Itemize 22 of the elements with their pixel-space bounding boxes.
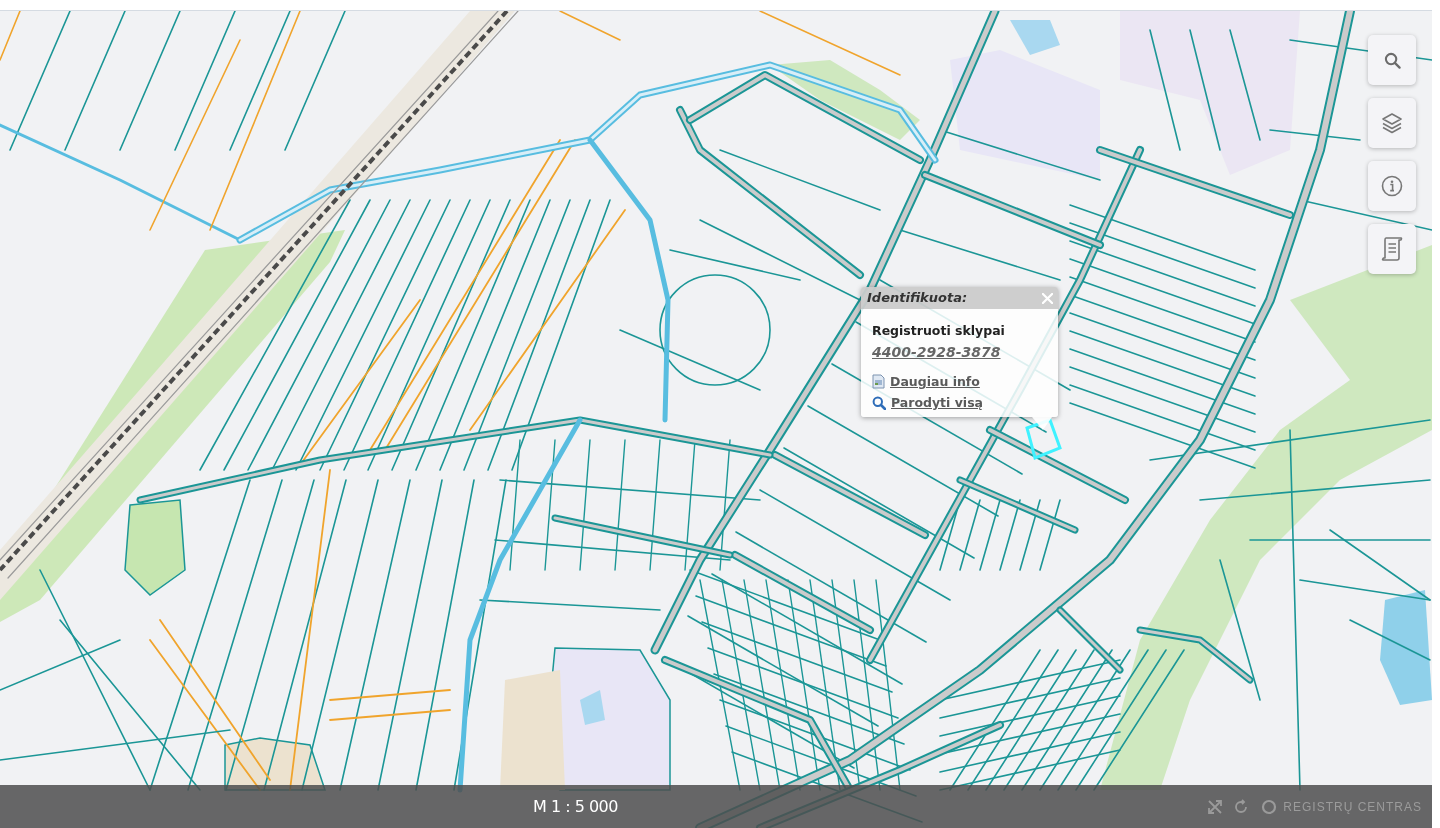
rotate-icon[interactable] — [1233, 798, 1250, 815]
search-icon — [1383, 51, 1401, 69]
layers-button[interactable] — [1368, 98, 1416, 148]
search-button[interactable] — [1368, 35, 1416, 85]
logo-ring-icon — [1261, 798, 1278, 815]
info-icon — [1381, 175, 1403, 197]
show-all-link[interactable]: Parodyti visą — [891, 392, 984, 413]
parcel-highlight — [1025, 418, 1062, 461]
close-icon — [1041, 292, 1053, 304]
expand-arrows-icon[interactable] — [1207, 798, 1224, 815]
map-scale: M 1 : 5 000 — [533, 795, 618, 818]
parcel-number-link[interactable]: 4400-2928-3878 — [872, 341, 1001, 363]
close-button[interactable] — [1040, 291, 1054, 305]
magnifier-icon — [872, 395, 886, 410]
layers-icon — [1381, 112, 1403, 134]
document-icon — [872, 374, 885, 389]
more-info-link[interactable]: Daugiau info — [890, 371, 980, 392]
legend-button[interactable] — [1368, 224, 1416, 274]
popup-title: Identifikuota: — [867, 289, 968, 307]
layer-name: Registruoti sklypai — [872, 322, 1006, 340]
info-button[interactable] — [1368, 161, 1416, 211]
document-icon — [1380, 236, 1404, 262]
